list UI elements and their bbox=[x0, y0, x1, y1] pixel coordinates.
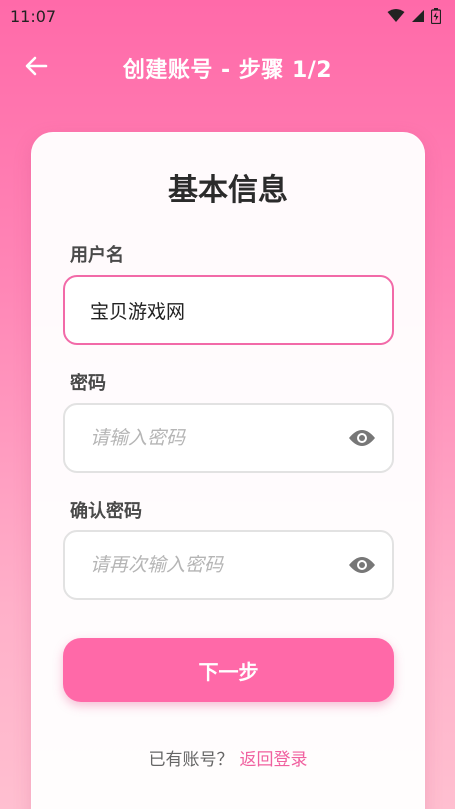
page-title: 创建账号 - 步骤 1/2 bbox=[122, 58, 333, 83]
username-label: 用户名 bbox=[70, 245, 124, 266]
username-field[interactable] bbox=[63, 275, 394, 345]
password-field[interactable] bbox=[63, 403, 394, 473]
next-step-button[interactable]: 下一步 bbox=[63, 638, 394, 702]
wifi-icon bbox=[387, 9, 405, 22]
form-card: 基本信息 用户名 密码 确认密码 下一步 已有账号？ 返回登录 bbox=[31, 132, 425, 809]
status-bar: 11:07 bbox=[0, 0, 455, 32]
toggle-confirm-visibility-button[interactable] bbox=[346, 553, 378, 577]
eye-icon bbox=[349, 557, 375, 573]
eye-icon bbox=[349, 430, 375, 446]
confirm-password-label: 确认密码 bbox=[70, 501, 142, 522]
signal-icon bbox=[412, 10, 424, 22]
password-input[interactable] bbox=[90, 427, 346, 449]
toggle-password-visibility-button[interactable] bbox=[346, 426, 378, 450]
confirm-password-input[interactable] bbox=[90, 554, 346, 576]
confirm-password-field[interactable] bbox=[63, 530, 394, 600]
login-prompt-text: 已有账号？ bbox=[148, 750, 234, 770]
login-prompt: 已有账号？ 返回登录 bbox=[32, 745, 424, 770]
card-title: 基本信息 bbox=[168, 173, 288, 208]
back-to-login-link[interactable]: 返回登录 bbox=[240, 750, 308, 770]
status-time: 11:07 bbox=[10, 6, 57, 26]
username-input[interactable] bbox=[90, 299, 378, 321]
status-icons bbox=[387, 8, 441, 24]
battery-icon bbox=[431, 8, 441, 24]
app-bar: 创建账号 - 步骤 1/2 bbox=[0, 38, 455, 94]
password-label: 密码 bbox=[70, 373, 106, 394]
